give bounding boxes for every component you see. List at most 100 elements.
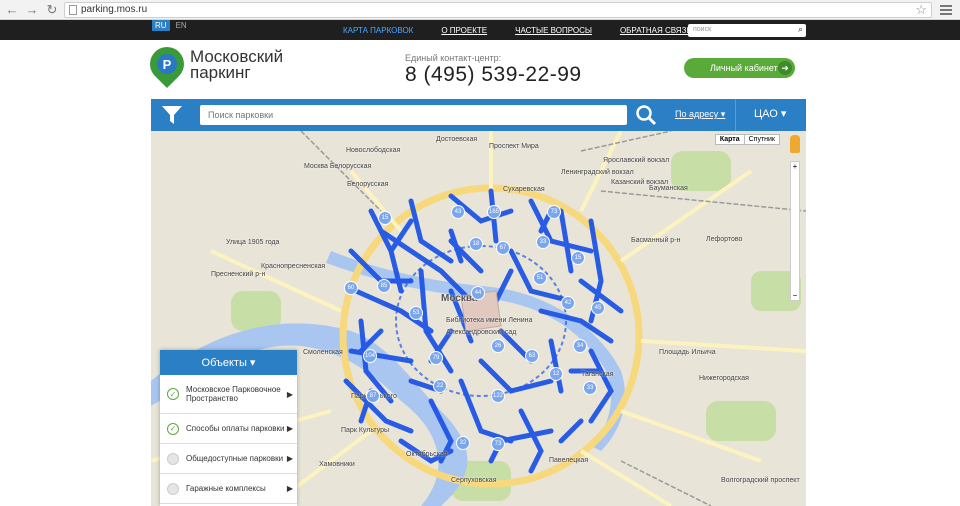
map-label: Нижегородская (699, 375, 749, 382)
search-icon[interactable] (635, 104, 657, 126)
nav-parking-map[interactable]: КАРТА ПАРКОВОК (343, 26, 413, 35)
object-item-garages[interactable]: Гаражные комплексы ▶ (160, 474, 297, 504)
object-item-public[interactable]: Общедоступные парковки ▶ (160, 444, 297, 474)
parking-cluster[interactable]: 165 (487, 205, 501, 219)
map-type-satellite[interactable]: Спутник (745, 135, 779, 144)
reload-button[interactable]: ↻ (44, 2, 60, 18)
parking-cluster[interactable]: 33 (536, 235, 550, 249)
parking-search-bar: По адресу ▾ ЦАО ▾ (151, 99, 806, 131)
parking-cluster[interactable]: 60 (344, 281, 358, 295)
site-header: P Московский паркинг Единый контакт-цент… (0, 39, 960, 98)
parking-cluster[interactable]: 44 (471, 286, 485, 300)
parking-cluster[interactable]: 85 (377, 279, 391, 293)
parking-cluster[interactable]: 33 (583, 381, 597, 395)
parking-cluster[interactable]: 51 (533, 271, 547, 285)
map-label: Александровский сад (446, 329, 517, 336)
parking-cluster[interactable]: 104 (363, 349, 377, 363)
unchecked-icon[interactable] (167, 452, 179, 465)
object-item-mpp[interactable]: ✓ Московское Парковочное Пространство ▶ (160, 375, 297, 414)
parking-cluster[interactable]: 87 (366, 389, 380, 403)
map-label: Улица 1905 года (226, 239, 280, 246)
language-switcher: RU EN (152, 20, 190, 31)
map-label: Хамовники (319, 461, 355, 468)
divider (735, 99, 736, 131)
lang-en[interactable]: EN (173, 20, 190, 31)
map-label: Басманный р-н (631, 237, 681, 244)
map-label: Площадь Ильича (659, 349, 716, 356)
parking-cluster[interactable]: 22 (433, 379, 447, 393)
arrow-right-icon[interactable]: ▶ (287, 424, 293, 433)
district-dropdown[interactable]: ЦАО ▾ (754, 107, 786, 120)
parking-cluster[interactable]: 43 (451, 205, 465, 219)
parking-cluster[interactable]: 73 (491, 437, 505, 451)
object-item-label: Общедоступные парковки (186, 454, 284, 463)
street-view-pegman-icon[interactable] (790, 135, 800, 153)
map-label: Белорусская (347, 181, 389, 188)
map-label: Проспект Мира (489, 143, 539, 150)
search-icon[interactable]: ⌕ (798, 24, 803, 35)
contact-center-label: Единый контакт-центр: (405, 53, 502, 63)
object-item-label: Московское Парковочное Пространство (186, 385, 281, 403)
forward-button[interactable]: → (24, 2, 40, 18)
parking-cluster[interactable]: 45 (591, 301, 605, 315)
map-label: Пресненский р-н (211, 271, 266, 278)
map-label: Серпуховская (451, 477, 497, 484)
parking-cluster[interactable]: 15 (378, 211, 392, 225)
map-label: Октябрьская (406, 451, 448, 458)
search-mode-dropdown[interactable]: По адресу ▾ (675, 109, 725, 120)
arrow-right-icon[interactable]: ▶ (287, 390, 293, 399)
url-text: parking.mos.ru (81, 4, 148, 15)
parking-cluster[interactable]: 79 (429, 351, 443, 365)
site-search-input[interactable]: поиск ⌕ (688, 24, 806, 37)
parking-cluster[interactable]: 122 (491, 389, 505, 403)
browser-toolbar: ← → ↻ parking.mos.ru ☆ (0, 0, 960, 20)
parking-cluster[interactable]: 32 (456, 436, 470, 450)
map-label: Волгоградский проспект (721, 477, 800, 484)
arrow-right-icon: ➜ (778, 61, 792, 75)
arrow-right-icon[interactable]: ▶ (287, 454, 293, 463)
personal-cabinet-button[interactable]: Личный кабинет ➜ (684, 58, 795, 78)
address-bar[interactable]: parking.mos.ru ☆ (64, 1, 932, 18)
logo-text[interactable]: Московский паркинг (190, 48, 283, 81)
map-label: Библиотека имени Ленина (446, 317, 533, 324)
filter-icon[interactable] (161, 104, 183, 126)
nav-about[interactable]: О ПРОЕКТЕ (441, 26, 487, 35)
map-label: Бауманская (649, 185, 688, 192)
zoom-out-button[interactable]: − (791, 291, 799, 300)
map-label: Таганская (581, 371, 614, 378)
map-label: Краснопресненская (261, 263, 326, 270)
map-type-map[interactable]: Карта (716, 135, 745, 144)
back-button[interactable]: ← (4, 2, 20, 18)
object-item-payment[interactable]: ✓ Способы оплаты парковки ▶ (160, 414, 297, 444)
map-label: Достоевская (436, 136, 478, 143)
parking-cluster[interactable]: 53 (409, 306, 423, 320)
map-label: Лефортово (706, 236, 743, 243)
bookmark-star-icon[interactable]: ☆ (915, 2, 927, 18)
parking-cluster[interactable]: 15 (571, 251, 585, 265)
map-label: Павелецкая (549, 457, 589, 464)
parking-cluster[interactable]: 26 (491, 339, 505, 353)
arrow-right-icon[interactable]: ▶ (287, 484, 293, 493)
map-label: Сухаревская (503, 186, 545, 193)
checked-icon[interactable]: ✓ (167, 422, 179, 435)
objects-panel-title[interactable]: Объекты ▾ (160, 350, 297, 375)
nav-feedback[interactable]: ОБРАТНАЯ СВЯЗЬ (620, 26, 692, 35)
parking-cluster[interactable]: 63 (525, 349, 539, 363)
parking-cluster[interactable]: 34 (573, 339, 587, 353)
lang-ru[interactable]: RU (152, 20, 170, 31)
parking-cluster[interactable]: 73 (547, 205, 561, 219)
unchecked-icon[interactable] (167, 482, 179, 495)
browser-menu-icon[interactable] (940, 4, 952, 15)
map-type-toggle: Карта Спутник (714, 134, 780, 145)
nav-faq[interactable]: ЧАСТЫЕ ВОПРОСЫ (515, 26, 592, 35)
parking-search-input[interactable] (200, 105, 627, 125)
parking-cluster[interactable]: 67 (496, 241, 510, 255)
logo-pin-icon[interactable]: P (142, 39, 192, 89)
zoom-in-button[interactable]: + (791, 162, 799, 171)
parking-cluster[interactable]: 18 (469, 237, 483, 251)
parking-cluster[interactable]: 12 (549, 367, 563, 381)
checked-icon[interactable]: ✓ (167, 388, 179, 400)
zoom-control: + − (790, 161, 800, 301)
objects-panel: Объекты ▾ ✓ Московское Парковочное Прост… (160, 350, 297, 506)
parking-cluster[interactable]: 42 (561, 296, 575, 310)
